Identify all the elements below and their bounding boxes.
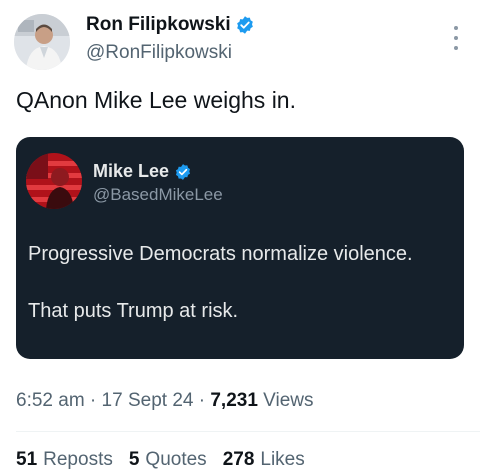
tweet-metadata: 6:52 am · 17 Sept 24 · 7,231 Views bbox=[16, 390, 314, 412]
tweet-date[interactable]: 17 Sept 24 bbox=[102, 390, 194, 411]
reposts-count: 51 bbox=[16, 449, 38, 470]
tweet-time[interactable]: 6:52 am bbox=[16, 390, 85, 411]
reposts-stat[interactable]: 51 Reposts bbox=[16, 449, 113, 471]
quoted-tweet-line: Progressive Democrats normalize violence… bbox=[28, 243, 413, 265]
views-count: 7,231 bbox=[210, 390, 258, 411]
likes-count: 278 bbox=[222, 449, 255, 470]
quotes-label: Quotes bbox=[145, 449, 207, 470]
more-options-icon[interactable] bbox=[446, 26, 466, 50]
likes-stat[interactable]: 278 Likes bbox=[223, 449, 305, 471]
quoted-tweet-card[interactable]: Mike Lee @BasedMikeLee Progressive Democ… bbox=[16, 137, 464, 359]
likes-label: Likes bbox=[260, 449, 305, 470]
verified-badge-icon bbox=[236, 16, 253, 34]
author-avatar[interactable] bbox=[14, 14, 70, 70]
reposts-label: Reposts bbox=[43, 449, 113, 470]
author-name[interactable]: Ron Filipkowski bbox=[86, 14, 255, 36]
separator-dot: · bbox=[193, 390, 211, 411]
quoted-author-handle[interactable]: @BasedMikeLee bbox=[93, 185, 223, 205]
engagement-stats: 51 Reposts 5 Quotes 278 Likes bbox=[16, 449, 305, 471]
quoted-tweet-line: That puts Trump at risk. bbox=[28, 300, 239, 322]
quotes-count: 5 bbox=[128, 449, 140, 470]
quoted-author-avatar[interactable] bbox=[26, 153, 82, 209]
author-handle[interactable]: @RonFilipkowski bbox=[86, 42, 232, 64]
quoted-author-name-text[interactable]: Mike Lee bbox=[93, 161, 169, 182]
separator-dot: · bbox=[84, 390, 102, 411]
quotes-stat[interactable]: 5 Quotes bbox=[129, 449, 207, 471]
divider bbox=[16, 431, 480, 432]
views-label: Views bbox=[257, 390, 314, 411]
author-name-text[interactable]: Ron Filipkowski bbox=[86, 14, 231, 36]
verified-badge-icon bbox=[175, 163, 191, 180]
quoted-author-name[interactable]: Mike Lee bbox=[93, 161, 192, 182]
tweet-text: QAnon Mike Lee weighs in. bbox=[16, 87, 296, 113]
